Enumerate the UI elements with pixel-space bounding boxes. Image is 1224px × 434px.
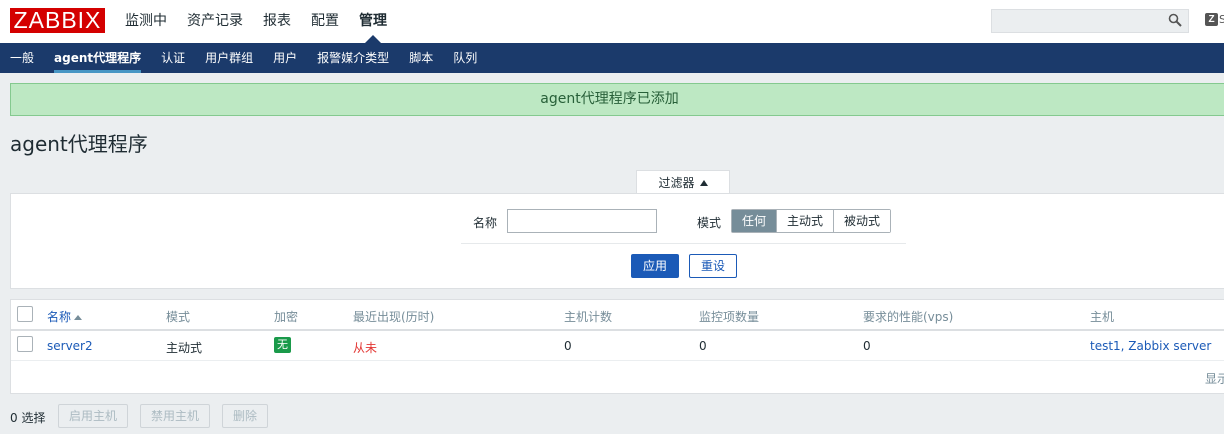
showing-text: 显示 <box>1205 372 1224 386</box>
column-header-encryption: 加密 <box>274 310 299 324</box>
selected-count: 0 选择 <box>10 411 46 425</box>
proxy-mode: 主动式 <box>166 341 203 355</box>
filter-panel: 名称 模式 任何 主动式 被动式 应用 重设 <box>10 193 1224 289</box>
main-menu: 监测中 资产记录 报表 配置 管理 <box>115 0 397 43</box>
sub-menu-item-proxies[interactable]: agent代理程序 <box>44 43 151 73</box>
disable-hosts-button[interactable]: 禁用主机 <box>140 404 211 428</box>
column-header-hosts: 主机 <box>1090 310 1115 324</box>
top-header: ZABBIX 监测中 资产记录 报表 配置 管理 Z S <box>0 0 1224 43</box>
mode-option-active[interactable]: 主动式 <box>776 210 834 232</box>
collapse-up-icon <box>699 180 708 186</box>
sub-menu-item-general[interactable]: 一般 <box>0 43 44 73</box>
last-seen-value: 从未 <box>353 341 378 355</box>
search-input[interactable] <box>991 9 1189 33</box>
filter-name-input[interactable] <box>507 209 657 233</box>
column-header-last-seen: 最近出现(历时) <box>353 310 435 324</box>
apply-button[interactable]: 应用 <box>631 254 679 278</box>
main-menu-item-monitoring[interactable]: 监测中 <box>115 0 177 43</box>
select-all-checkbox[interactable] <box>17 306 33 322</box>
filter-mode-label: 模式 <box>697 216 722 230</box>
filter-tab[interactable]: 过滤器 <box>636 170 730 194</box>
sub-menu-item-users[interactable]: 用户 <box>263 43 307 73</box>
table-header-row: 名称 模式 加密 最近出现(历时) 主机计数 监控项数量 要求的性能(vps) … <box>11 300 1224 331</box>
enable-hosts-button[interactable]: 启用主机 <box>58 404 129 428</box>
column-header-name[interactable]: 名称 <box>47 308 83 325</box>
column-header-host-count: 主机计数 <box>564 310 613 324</box>
sub-menu: 一般 agent代理程序 认证 用户群组 用户 报警媒介类型 脚本 队列 <box>0 43 1224 73</box>
main-menu-item-reports[interactable]: 报表 <box>253 0 301 43</box>
filter-name-label: 名称 <box>473 216 498 230</box>
main-menu-item-administration[interactable]: 管理 <box>349 0 397 43</box>
success-message: agent代理程序已添加 <box>10 83 1224 116</box>
host-count-value: 0 <box>564 339 572 353</box>
filter-tab-label: 过滤器 <box>658 176 695 190</box>
mode-option-any[interactable]: 任何 <box>732 210 777 232</box>
encryption-badge: 无 <box>274 337 291 353</box>
sort-asc-icon <box>74 315 83 320</box>
reset-button[interactable]: 重设 <box>689 254 737 278</box>
table-row: server2 主动式 无 从未 0 0 0 test1, Zabbix ser… <box>11 331 1224 361</box>
column-header-mode: 模式 <box>166 310 191 324</box>
sub-menu-item-queue[interactable]: 队列 <box>443 43 487 73</box>
column-header-required-performance: 要求的性能(vps) <box>863 310 954 324</box>
row-checkbox[interactable] <box>17 336 33 352</box>
item-count-value: 0 <box>699 339 707 353</box>
zabbix-logo[interactable]: ZABBIX <box>10 8 105 33</box>
mode-option-passive[interactable]: 被动式 <box>833 210 891 232</box>
sub-menu-item-authentication[interactable]: 认证 <box>151 43 195 73</box>
zabbix-share-icon[interactable]: Z <box>1205 13 1218 26</box>
main-menu-item-inventory[interactable]: 资产记录 <box>177 0 253 43</box>
sub-menu-item-media-types[interactable]: 报警媒介类型 <box>307 43 399 73</box>
search-icon[interactable] <box>1168 13 1182 27</box>
delete-button[interactable]: 删除 <box>222 404 269 428</box>
filter-divider <box>461 243 906 244</box>
page-title: agent代理程序 <box>10 132 148 156</box>
column-header-name-label: 名称 <box>47 310 72 324</box>
proxies-table: 名称 模式 加密 最近出现(历时) 主机计数 监控项数量 要求的性能(vps) … <box>10 299 1224 394</box>
column-header-item-count: 监控项数量 <box>699 310 760 324</box>
share-label[interactable]: S <box>1219 13 1224 26</box>
main-menu-item-configuration[interactable]: 配置 <box>301 0 349 43</box>
sub-menu-item-user-groups[interactable]: 用户群组 <box>195 43 263 73</box>
hosts-links[interactable]: test1, Zabbix server <box>1090 339 1211 353</box>
filter-mode-selector: 任何 主动式 被动式 <box>731 209 892 233</box>
sub-menu-item-scripts[interactable]: 脚本 <box>399 43 443 73</box>
required-performance-value: 0 <box>863 339 871 353</box>
proxy-name-link[interactable]: server2 <box>47 339 93 353</box>
